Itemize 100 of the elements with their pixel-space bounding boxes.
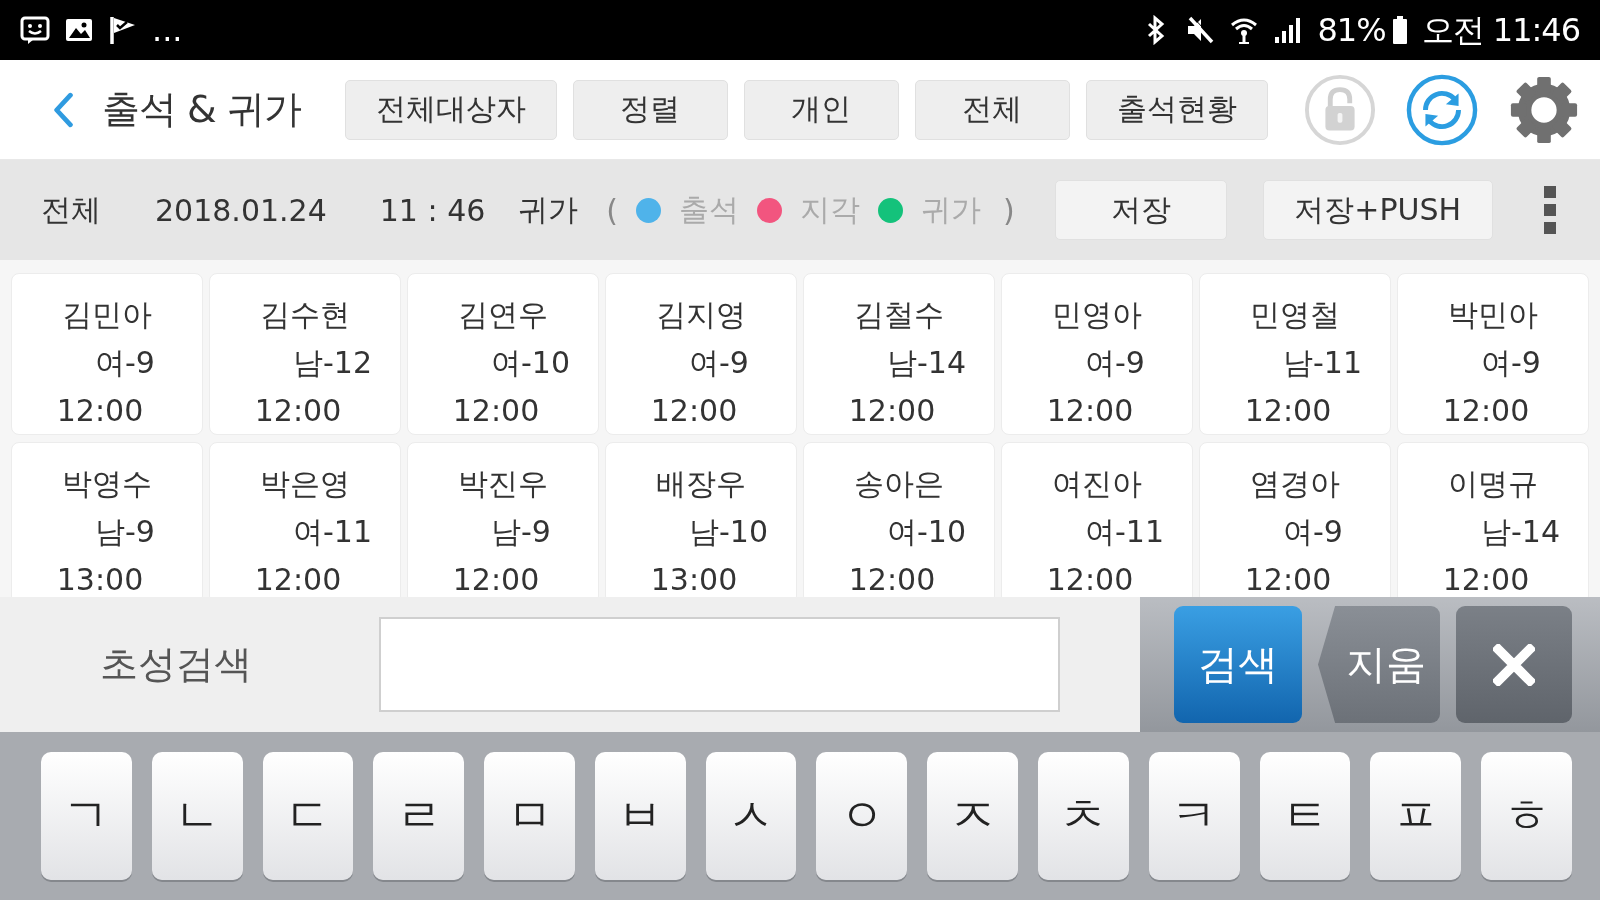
student-time: 12:00 — [1244, 563, 1332, 597]
student-name: 배장우 — [656, 467, 746, 501]
student-time: 13:00 — [56, 563, 144, 597]
student-name: 민영철 — [1250, 298, 1340, 332]
student-card[interactable]: 염경아 여-9 12:00 — [1199, 442, 1391, 597]
student-card[interactable]: 김수현 남-12 12:00 — [209, 273, 401, 435]
student-name: 김철수 — [854, 298, 944, 332]
student-card[interactable]: 이명규 남-14 12:00 — [1397, 442, 1589, 597]
search-field[interactable] — [379, 617, 1060, 712]
legend-label: 지각 — [800, 190, 861, 229]
student-gender-age: 남-9 — [95, 515, 155, 549]
student-name: 김민아 — [62, 298, 152, 332]
student-gender-age: 여-10 — [491, 346, 570, 380]
legend-label: 귀가 — [921, 190, 982, 229]
student-card[interactable]: 김연우 여-10 12:00 — [407, 273, 599, 435]
keyboard-key[interactable]: ㅁ — [484, 752, 575, 880]
keyboard-key[interactable]: ㄱ — [41, 752, 132, 880]
student-gender-age: 여-9 — [1085, 346, 1145, 380]
toolbar-button[interactable]: 전체대상자 — [344, 79, 557, 140]
toolbar-button[interactable]: 출석현황 — [1085, 79, 1268, 140]
student-time: 12:00 — [848, 394, 936, 428]
battery-icon — [1391, 15, 1408, 45]
student-gender-age: 여-9 — [1283, 515, 1343, 549]
student-gender-age: 남-9 — [491, 515, 551, 549]
student-time: 12:00 — [254, 563, 342, 597]
back-icon[interactable] — [52, 91, 74, 128]
student-name: 박진우 — [458, 467, 548, 501]
student-gender-age: 남-10 — [689, 515, 768, 549]
keyboard-key[interactable]: ㅇ — [816, 752, 908, 880]
student-name: 박영수 — [62, 467, 152, 501]
student-time: 12:00 — [452, 563, 540, 597]
student-card[interactable]: 여진아 여-11 12:00 — [1001, 442, 1193, 597]
refresh-icon[interactable] — [1405, 73, 1478, 146]
student-gender-age: 남-12 — [293, 346, 372, 380]
student-name: 김지영 — [656, 298, 746, 332]
student-gender-age: 여-9 — [95, 346, 155, 380]
keyboard-key[interactable]: ㅋ — [1148, 752, 1240, 880]
student-gender-age: 여-9 — [689, 346, 749, 380]
clear-button[interactable]: 지움 — [1318, 606, 1440, 723]
keyboard-key[interactable]: ㅅ — [705, 752, 797, 880]
student-gender-age: 여-10 — [887, 515, 966, 549]
student-gender-age: 여-9 — [1481, 346, 1541, 380]
student-card[interactable]: 김철수 남-14 12:00 — [803, 273, 995, 435]
student-time: 12:00 — [650, 394, 738, 428]
student-card[interactable]: 민영아 여-9 12:00 — [1001, 273, 1193, 435]
student-card[interactable]: 박진우 남-9 12:00 — [407, 442, 599, 597]
save-push-button[interactable]: 저장+PUSH — [1262, 180, 1493, 240]
keyboard-key[interactable]: ㅌ — [1259, 752, 1351, 880]
student-time: 12:00 — [1244, 394, 1332, 428]
student-gender-age: 여-11 — [293, 515, 372, 549]
student-time: 12:00 — [1046, 563, 1134, 597]
keyboard-key[interactable]: ㅎ — [1481, 752, 1572, 880]
keyboard-key[interactable]: ㅈ — [927, 752, 1019, 880]
legend-label: 출석 — [679, 190, 740, 229]
student-name: 염경아 — [1250, 467, 1340, 501]
keyboard-key[interactable]: ㄴ — [151, 752, 243, 880]
search-button[interactable]: 검색 — [1174, 606, 1302, 723]
keyboard-key[interactable]: ㅊ — [1038, 752, 1129, 880]
student-time: 12:00 — [452, 394, 540, 428]
student-name: 김수현 — [260, 298, 350, 332]
student-card[interactable]: 박은영 여-11 12:00 — [209, 442, 401, 597]
student-card[interactable]: 배장우 남-10 13:00 — [605, 442, 797, 597]
toolbar-button[interactable]: 전체 — [914, 79, 1070, 140]
lock-icon[interactable] — [1303, 73, 1376, 146]
student-time: 12:00 — [848, 563, 936, 597]
time-text: 11 : 46 — [379, 192, 486, 228]
chat-icon — [20, 15, 50, 45]
keyboard-key[interactable]: ㄷ — [262, 752, 354, 880]
student-card[interactable]: 김지영 여-9 12:00 — [605, 273, 797, 435]
student-name: 송아은 — [854, 467, 944, 501]
notification-overflow: ... — [152, 10, 183, 50]
close-button[interactable] — [1456, 606, 1572, 723]
screen-title: 출석 & 귀가 — [102, 86, 301, 133]
student-card[interactable]: 민영철 남-11 12:00 — [1199, 273, 1391, 435]
student-gender-age: 남-14 — [887, 346, 966, 380]
student-card[interactable]: 박민아 여-9 12:00 — [1397, 273, 1589, 435]
student-gender-age: 남-11 — [1283, 346, 1362, 380]
parenthesis: ) — [1003, 192, 1015, 228]
toolbar-button[interactable]: 정렬 — [572, 79, 728, 140]
save-button[interactable]: 저장 — [1054, 180, 1227, 240]
student-gender-age: 여-11 — [1085, 515, 1164, 549]
student-name: 박민아 — [1448, 298, 1538, 332]
student-card[interactable]: 송아은 여-10 12:00 — [803, 442, 995, 597]
student-card[interactable]: 박영수 남-9 13:00 — [11, 442, 203, 597]
student-time: 12:00 — [1442, 394, 1530, 428]
student-card[interactable]: 김민아 여-9 12:00 — [11, 273, 203, 435]
keyboard-key[interactable]: ㅍ — [1370, 752, 1462, 880]
student-name: 민영아 — [1052, 298, 1142, 332]
keyboard-key[interactable]: ㄹ — [373, 752, 465, 880]
student-time: 12:00 — [1046, 394, 1134, 428]
toolbar-button[interactable]: 개인 — [743, 79, 899, 140]
more-icon[interactable] — [1542, 185, 1557, 235]
student-time: 12:00 — [254, 394, 342, 428]
student-time: 12:00 — [56, 394, 144, 428]
student-name: 박은영 — [260, 467, 350, 501]
student-gender-age: 남-14 — [1481, 515, 1560, 549]
search-label: 초성검색 — [100, 641, 252, 688]
student-time: 12:00 — [1442, 563, 1530, 597]
keyboard-key[interactable]: ㅂ — [594, 752, 686, 880]
clock: 오전 11:46 — [1421, 10, 1580, 50]
